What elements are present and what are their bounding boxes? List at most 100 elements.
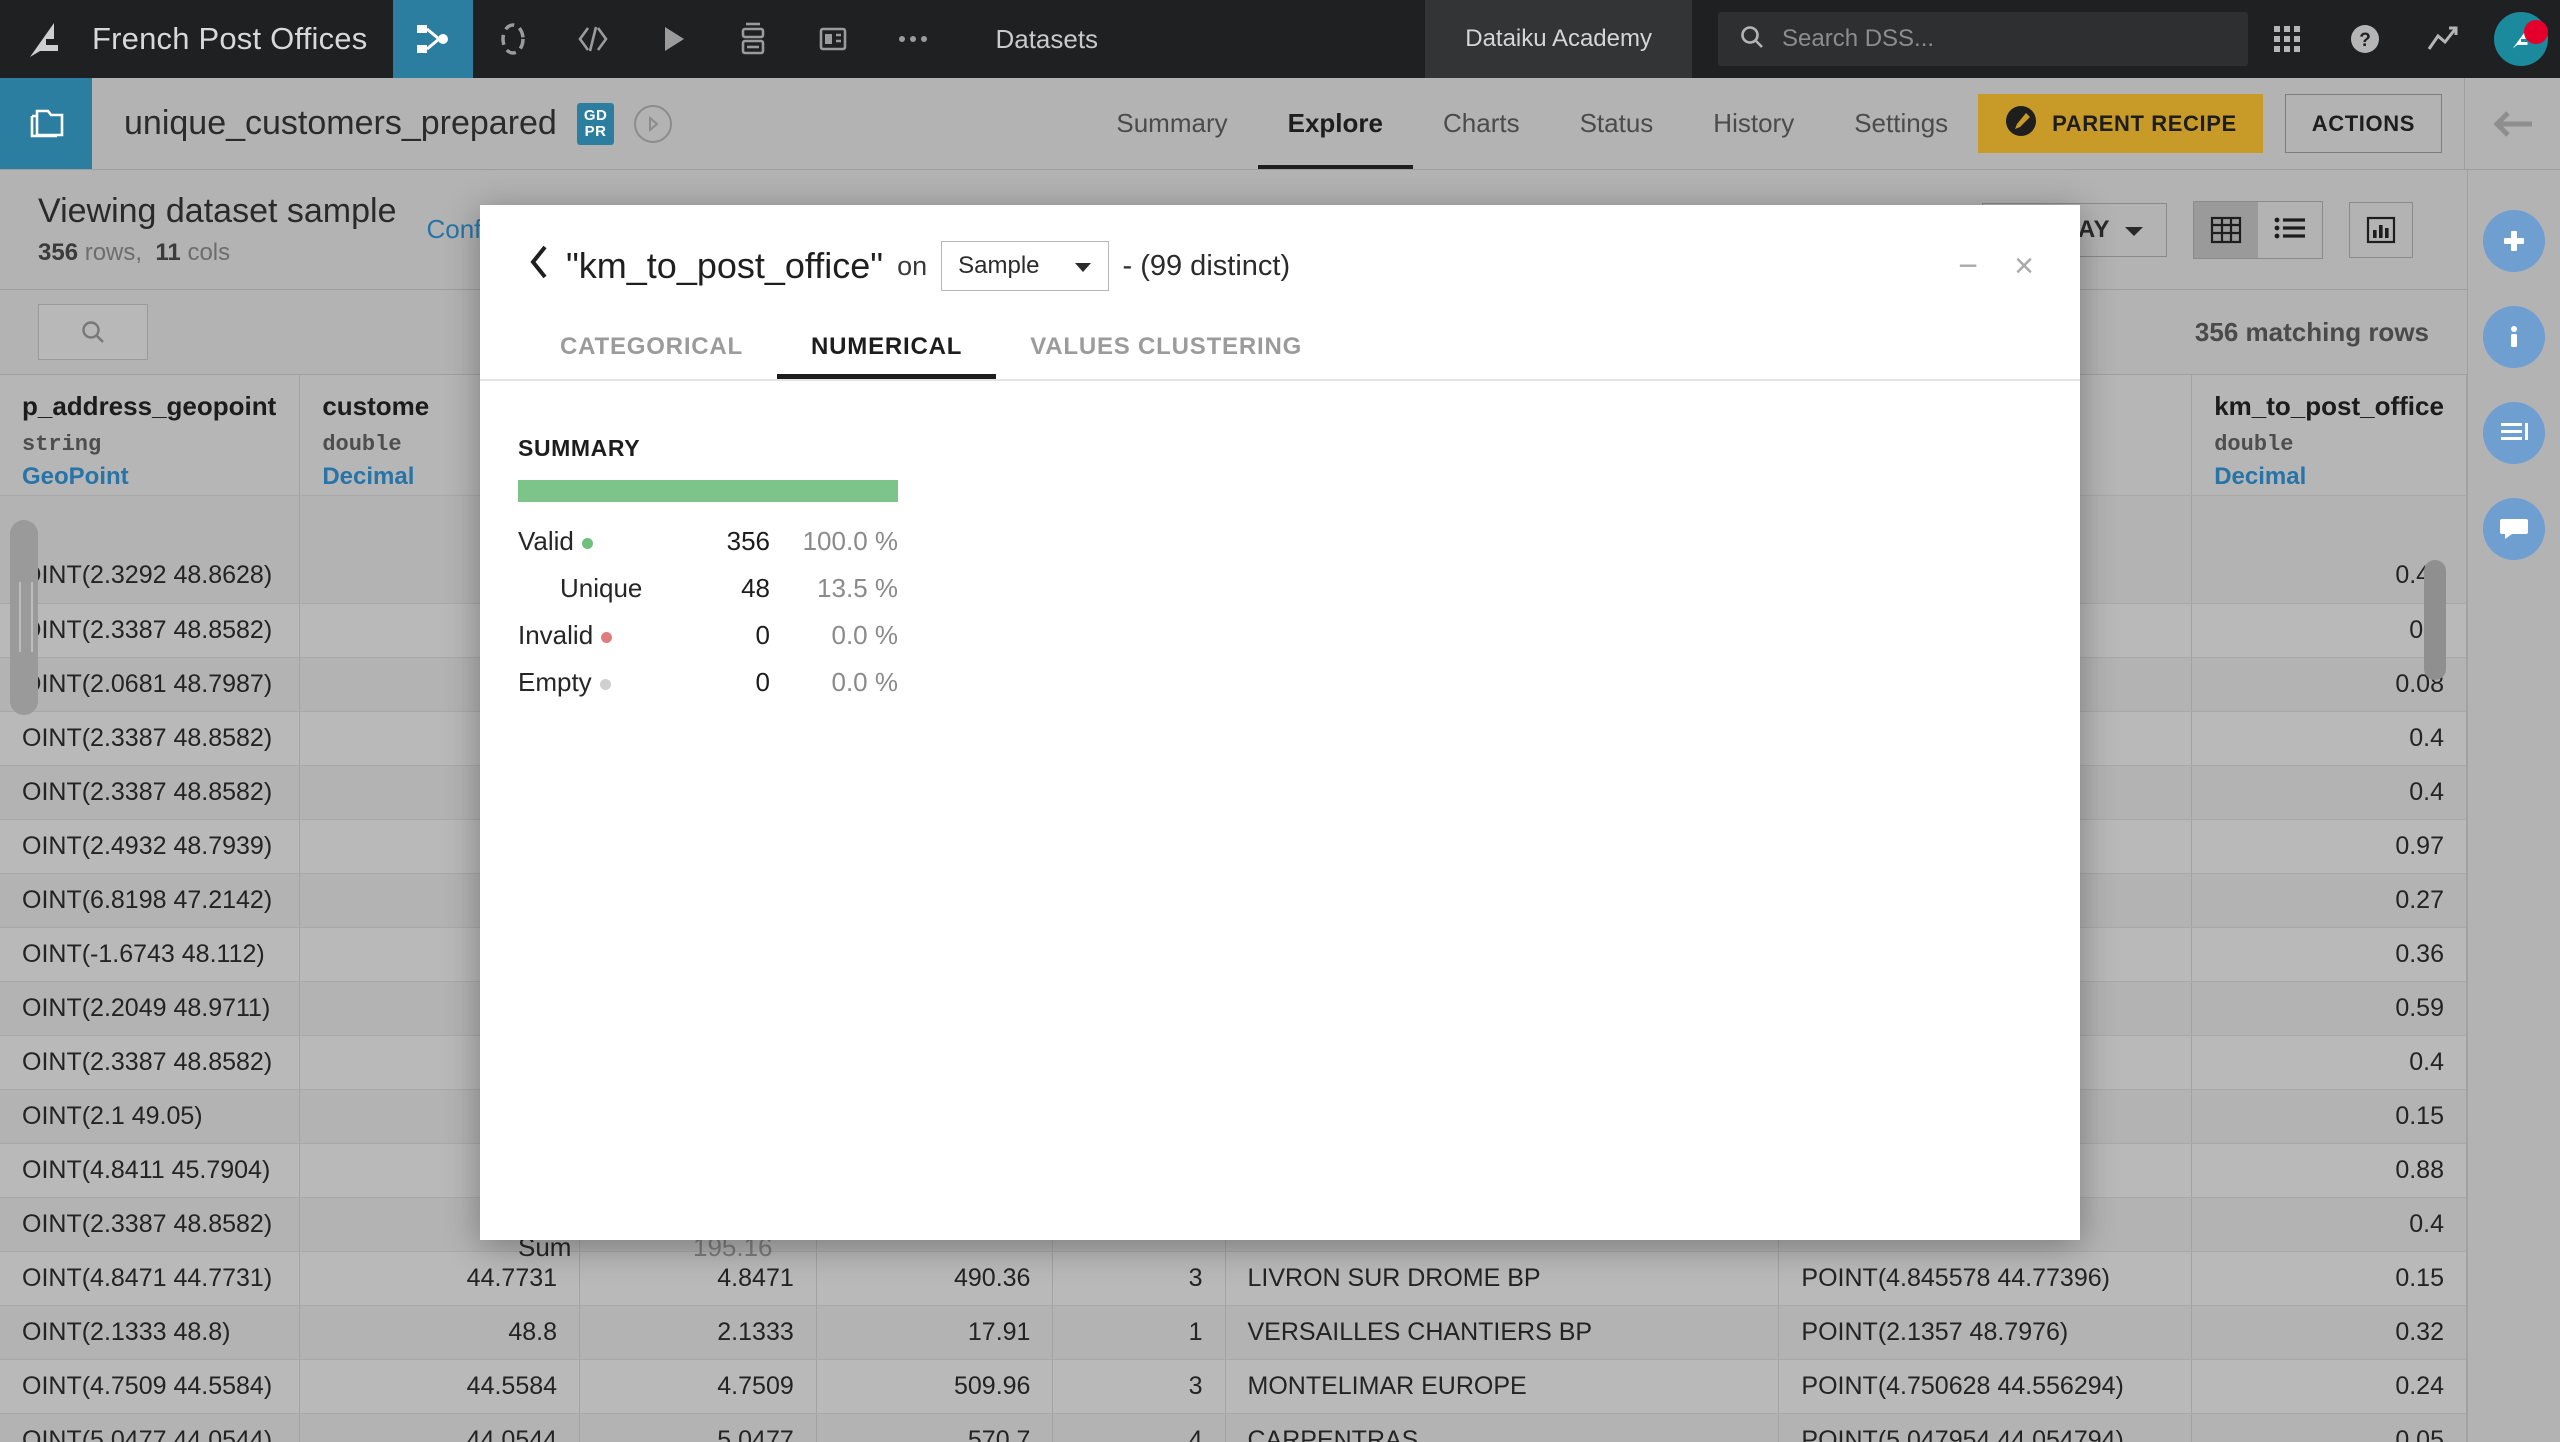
table-cell[interactable]: 0.27 [2191,873,2467,928]
table-cell[interactable]: POINT(4.845578 44.77396) [1778,1251,2193,1306]
table-row[interactable]: OINT(4.7509 44.5584) 44.5584 4.7509 509.96 3… [0,1359,2467,1414]
table-cell[interactable]: OINT(5.0477 44.0544) [0,1413,301,1442]
column-search-input[interactable] [38,304,148,360]
table-cell[interactable]: OINT(2.4932 48.7939) [0,819,301,874]
table-row[interactable]: OINT(5.0477 44.0544) 44.0544 5.0477 570.7 4 C… [0,1413,2467,1442]
table-cell[interactable]: OINT(-1.6743 48.112) [0,927,301,982]
collapse-panel-icon[interactable] [2464,78,2560,169]
jobs-icon[interactable] [713,0,793,78]
modal-tab-numerical[interactable]: NUMERICAL [777,333,996,379]
project-name[interactable]: French Post Offices [92,0,393,78]
table-cell[interactable]: OINT(2.1333 48.8) [0,1305,301,1360]
code-icon[interactable] [553,0,633,78]
table-cell[interactable]: 570.7 [816,1413,1054,1442]
table-cell[interactable]: 2.1333 [579,1305,817,1360]
table-cell[interactable]: OINT(4.8471 44.7731) [0,1251,301,1306]
table-row[interactable]: OINT(2.1333 48.8) 48.8 2.1333 17.91 1 VERSAIL… [0,1305,2467,1360]
table-cell[interactable]: 48.8 [299,1305,581,1360]
table-cell[interactable]: OINT(2.3292 48.8628) [0,549,301,604]
more-icon[interactable] [873,0,953,78]
apps-grid-icon[interactable] [2248,24,2326,54]
search-input[interactable]: Search DSS... [1718,12,2248,66]
dataset-folder-icon[interactable] [0,78,92,169]
table-cell[interactable]: 0.05 [2191,1413,2467,1442]
table-cell[interactable]: 509.96 [816,1359,1054,1414]
share-insight-icon[interactable] [634,104,673,143]
table-cell[interactable]: CARPENTRAS [1225,1413,1780,1442]
dashboard-icon[interactable] [793,0,873,78]
tab-status[interactable]: Status [1550,78,1684,169]
modal-tab-categorical[interactable]: CATEGORICAL [526,333,777,379]
table-cell[interactable]: 1 [1052,1305,1226,1360]
table-cell[interactable]: LIVRON SUR DROME BP [1225,1251,1780,1306]
table-cell[interactable]: 3 [1052,1251,1226,1306]
add-icon[interactable] [2483,210,2545,272]
activity-icon[interactable] [2404,23,2482,55]
configure-sample-link[interactable]: Conf [426,214,481,245]
table-cell[interactable]: OINT(2.0681 48.7987) [0,657,301,712]
vertical-scrollbar[interactable] [2424,560,2446,680]
modal-tab-values-clustering[interactable]: VALUES CLUSTERING [996,333,1336,379]
run-icon[interactable] [633,0,713,78]
help-icon[interactable]: ? [2326,21,2404,57]
horizontal-scroll-handle[interactable] [10,520,38,715]
table-cell[interactable]: 0.15 [2191,1089,2467,1144]
tab-explore[interactable]: Explore [1258,78,1413,169]
table-cell[interactable]: OINT(2.3387 48.8582) [0,603,301,658]
table-cell[interactable]: OINT(4.7509 44.5584) [0,1359,301,1414]
table-cell[interactable]: 3 [1052,1359,1226,1414]
tab-history[interactable]: History [1683,78,1824,169]
table-cell[interactable]: OINT(2.1 49.05) [0,1089,301,1144]
info-icon[interactable] [2483,306,2545,368]
table-cell[interactable]: POINT(4.750628 44.556294) [1778,1359,2193,1414]
table-cell[interactable]: OINT(2.2049 48.9711) [0,981,301,1036]
statistics-view-icon[interactable] [2349,201,2413,258]
sample-scope-select[interactable]: Sample [941,241,1109,291]
chevron-left-icon[interactable] [526,243,552,290]
table-cell[interactable]: 44.5584 [299,1359,581,1414]
avatar[interactable] [2482,12,2560,66]
table-cell[interactable]: OINT(2.3387 48.8582) [0,765,301,820]
nav-datasets-label[interactable]: Datasets [953,0,1140,78]
table-cell[interactable]: POINT(2.1357 48.7976) [1778,1305,2193,1360]
table-cell[interactable]: 5.0477 [579,1413,817,1442]
table-cell[interactable]: 0.97 [2191,819,2467,874]
table-cell[interactable]: OINT(4.8411 45.7904) [0,1143,301,1198]
tab-settings[interactable]: Settings [1824,78,1978,169]
table-cell[interactable]: 44.0544 [299,1413,581,1442]
close-icon[interactable]: × [2014,249,2034,283]
table-cell[interactable]: 0.4 [2191,1035,2467,1090]
table-cell[interactable]: OINT(2.3387 48.8582) [0,711,301,766]
table-cell[interactable]: VERSAILLES CHANTIERS BP [1225,1305,1780,1360]
parent-recipe-button[interactable]: PARENT RECIPE [1978,94,2263,153]
table-cell[interactable]: 0.88 [2191,1143,2467,1198]
minimize-icon[interactable]: − [1958,249,1978,283]
list-view-icon[interactable] [2258,202,2322,258]
table-cell[interactable]: 0.59 [2191,981,2467,1036]
lab-icon[interactable] [473,0,553,78]
table-cell[interactable]: OINT(2.3387 48.8582) [0,1035,301,1090]
table-cell[interactable]: 0.24 [2191,1359,2467,1414]
table-cell[interactable]: 0.15 [2191,1251,2467,1306]
table-cell[interactable]: 17.91 [816,1305,1054,1360]
table-cell[interactable]: 0.4 [2191,711,2467,766]
table-cell[interactable]: 0.4 [2191,1197,2467,1252]
actions-button[interactable]: ACTIONS [2284,94,2442,153]
tab-charts[interactable]: Charts [1413,78,1550,169]
gdpr-badge[interactable]: GD PR [576,102,615,145]
table-cell[interactable]: MONTELIMAR EUROPE [1225,1359,1780,1414]
table-cell[interactable]: 0.32 [2191,1305,2467,1360]
table-cell[interactable]: OINT(2.3387 48.8582) [0,1197,301,1252]
table-cell[interactable]: POINT(5.047954 44.054794) [1778,1413,2193,1442]
column-header-km-to-post-office[interactable]: km_to_post_office double Decimal [2191,375,2467,496]
table-cell[interactable]: OINT(6.8198 47.2142) [0,873,301,928]
table-cell[interactable]: 4.7509 [579,1359,817,1414]
details-icon[interactable] [2483,402,2545,464]
flow-icon[interactable] [393,0,474,78]
table-row[interactable]: OINT(4.8471 44.7731) 44.7731 4.8471 490.36 3… [0,1251,2467,1306]
dataiku-logo[interactable] [0,0,92,78]
tab-summary[interactable]: Summary [1086,78,1257,169]
table-cell[interactable]: 0.36 [2191,927,2467,982]
grid-view-icon[interactable] [2194,201,2258,258]
table-cell[interactable]: 4 [1052,1413,1226,1442]
